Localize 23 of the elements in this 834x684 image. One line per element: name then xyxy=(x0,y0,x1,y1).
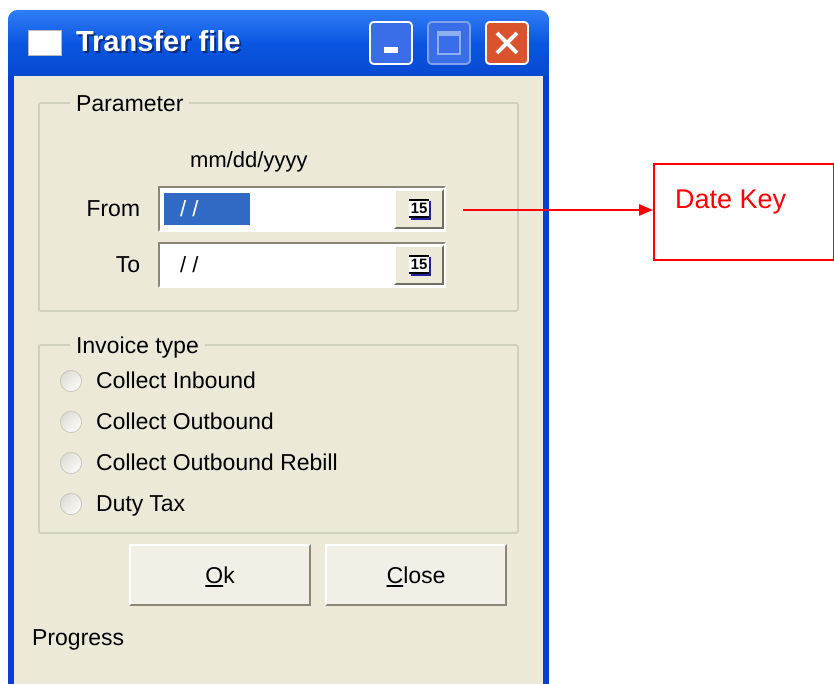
window-icon xyxy=(28,30,62,56)
radio-option[interactable]: Collect Inbound xyxy=(60,366,497,394)
calendar-button[interactable]: 15 xyxy=(394,244,444,284)
dialog-button[interactable]: Close xyxy=(325,544,507,606)
date-field[interactable]: / / 15 xyxy=(158,186,446,232)
radio-option[interactable]: Collect Outbound xyxy=(60,408,497,436)
window-title: Transfer file xyxy=(76,25,242,60)
radio-option[interactable]: Collect Outbound Rebill xyxy=(60,448,497,476)
field-label: From xyxy=(85,194,141,224)
calendar-button[interactable]: 15 xyxy=(394,188,444,228)
close-icon xyxy=(494,30,520,56)
date-format-hint: mm/dd/yyyy xyxy=(190,146,308,174)
radio-option[interactable]: Duty Tax xyxy=(60,490,497,518)
status-text: Progress xyxy=(32,623,126,652)
callout-text: Date Key xyxy=(675,184,786,214)
close-button[interactable] xyxy=(485,21,529,65)
date-field[interactable]: / / 15 xyxy=(158,242,446,288)
minimize-button[interactable] xyxy=(369,21,413,65)
group-legend: Parameter xyxy=(70,86,190,120)
group-legend: Invoice type xyxy=(70,328,205,362)
field-label: To xyxy=(114,250,141,280)
dialog-button[interactable]: Ok xyxy=(129,544,311,606)
maximize-button[interactable] xyxy=(427,21,471,65)
